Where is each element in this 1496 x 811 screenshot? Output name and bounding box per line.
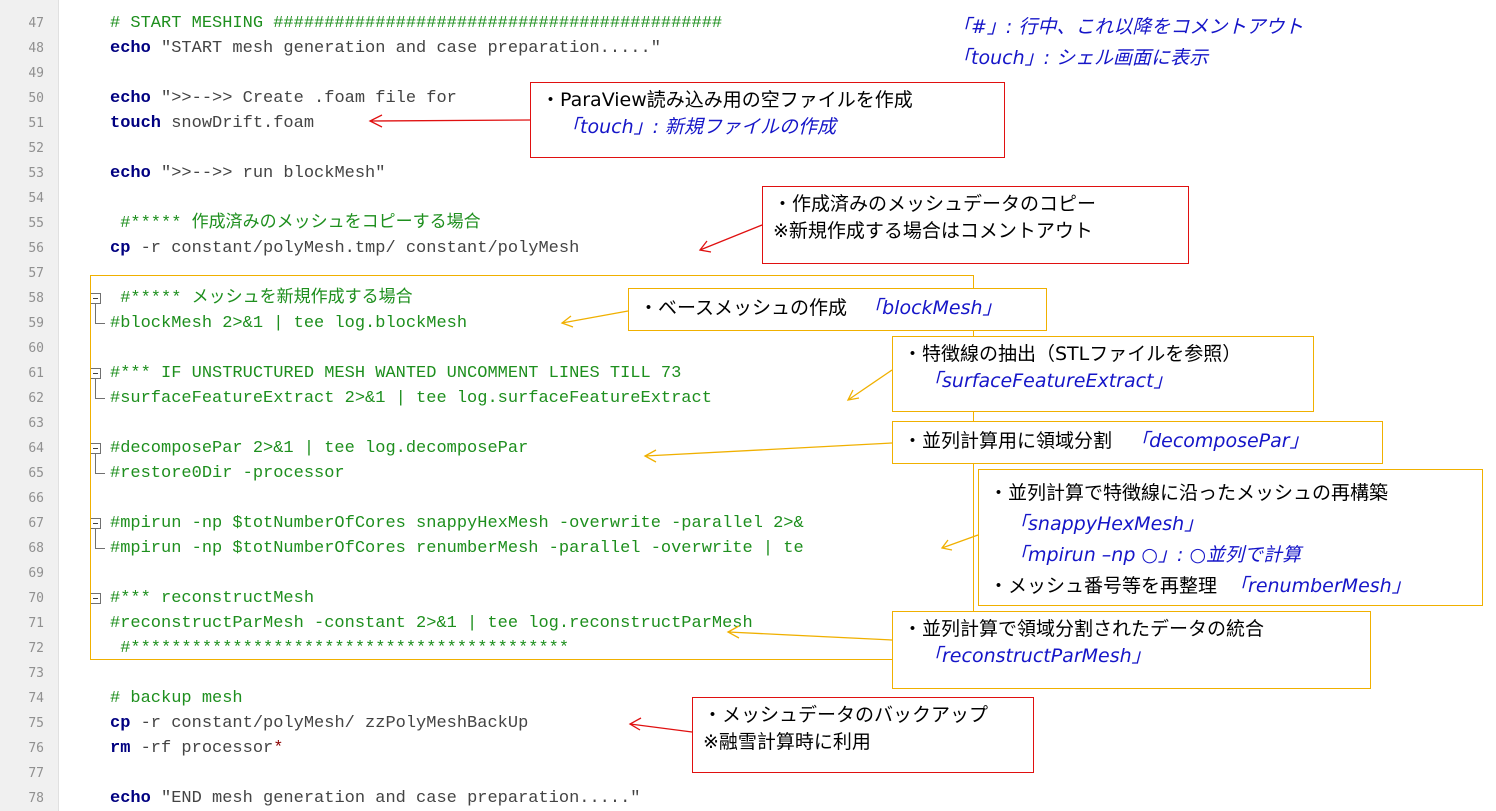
note-comment-hash: 「#」: 行中、これ以降をコメントアウト (952, 16, 1304, 38)
line-number: 63 (28, 416, 44, 431)
line-number: 72 (28, 641, 44, 656)
callout-touch: ・ParaView読み込み用の空ファイルを作成 「touch」: 新規ファイルの… (530, 82, 1005, 158)
code-line-51[interactable]: touch snowDrift.foam (110, 111, 314, 136)
callout-blockmesh: ・ベースメッシュの作成 「blockMesh」 (628, 288, 1047, 331)
callout-command: 「decomposePar」 (1130, 430, 1309, 452)
line-number: 62 (28, 391, 44, 406)
code-line-56[interactable]: cp -r constant/polyMesh.tmp/ constant/po… (110, 236, 579, 261)
arrow-backup (629, 723, 693, 733)
line-number: 69 (28, 566, 44, 581)
callout-text: ・並列計算で特徴線に沿ったメッシュの再構築 (989, 482, 1389, 504)
line-number: 48 (28, 41, 44, 56)
code-line-55[interactable]: #***** 作成済みのメッシュをコピーする場合 (110, 211, 480, 236)
callout-text: ・メッシュデータのバックアップ (703, 704, 989, 726)
callout-snappyhexmesh: ・並列計算で特徴線に沿ったメッシュの再構築 「snappyHexMesh」 「m… (978, 469, 1483, 606)
callout-text: ・メッシュ番号等を再整理 (989, 575, 1218, 597)
callout-copy-mesh: ・作成済みのメッシュデータのコピー ※新規作成する場合はコメントアウト (762, 186, 1189, 264)
code-line-78[interactable]: echo "END mesh generation and case prepa… (110, 786, 641, 811)
line-number: 53 (28, 166, 44, 181)
code-line-75[interactable]: cp -r constant/polyMesh/ zzPolyMeshBackU… (110, 711, 528, 736)
mesh-creation-region-frame (90, 275, 974, 660)
line-number: 76 (28, 741, 44, 756)
code-line-50[interactable]: echo ">>-->> Create .foam file for (110, 86, 457, 111)
callout-decomposepar: ・並列計算用に領域分割 「decomposePar」 (892, 421, 1383, 464)
line-number: 68 (28, 541, 44, 556)
callout-backup: ・メッシュデータのバックアップ ※融雪計算時に利用 (692, 697, 1034, 773)
line-number: 71 (28, 616, 44, 631)
line-number: 77 (28, 766, 44, 781)
code-line-47[interactable]: # START MESHING ########################… (110, 11, 722, 36)
callout-command: 「surfaceFeatureExtract」 (923, 370, 1173, 392)
line-number: 75 (28, 716, 44, 731)
callout-text: ・作成済みのメッシュデータのコピー (773, 193, 1097, 215)
note-echo-display: 「touch」: シェル画面に表示 (952, 47, 1209, 69)
line-number: 64 (28, 441, 44, 456)
callout-command: 「reconstructParMesh」 (923, 645, 1151, 667)
line-number: 52 (28, 141, 44, 156)
code-line-74[interactable]: # backup mesh (110, 686, 243, 711)
line-number: 54 (28, 191, 44, 206)
callout-reconstructparmesh: ・並列計算で領域分割されたデータの統合 「reconstructParMesh」 (892, 611, 1371, 689)
line-number: 49 (28, 66, 44, 81)
code-line-48[interactable]: echo "START mesh generation and case pre… (110, 36, 661, 61)
callout-text: ・並列計算で領域分割されたデータの統合 (903, 618, 1265, 640)
callout-command: 「blockMesh」 (863, 297, 1002, 319)
callout-text: ・並列計算用に領域分割 (903, 430, 1113, 452)
callout-command: 「renumberMesh」 (1229, 575, 1411, 597)
line-number: 67 (28, 516, 44, 531)
line-number: 51 (28, 116, 44, 131)
line-number: 59 (28, 316, 44, 331)
callout-command: 「snappyHexMesh」 (1009, 513, 1204, 535)
line-number: 65 (28, 466, 44, 481)
line-number: 78 (28, 791, 44, 806)
line-number: 70 (28, 591, 44, 606)
callout-text: ※融雪計算時に利用 (703, 731, 871, 753)
arrow-copy (699, 224, 763, 251)
line-number: 57 (28, 266, 44, 281)
callout-text: ・ParaView読み込み用の空ファイルを作成 (541, 89, 913, 111)
line-number: 66 (28, 491, 44, 506)
callout-text: ※新規作成する場合はコメントアウト (773, 220, 1093, 242)
line-number: 56 (28, 241, 44, 256)
callout-text: ・特徴線の抽出（STLファイルを参照） (903, 343, 1242, 365)
line-number: 55 (28, 216, 44, 231)
arrow-touch (369, 119, 531, 122)
line-number: 47 (28, 16, 44, 31)
callout-text: ・ベースメッシュの作成 (639, 297, 848, 319)
code-line-53[interactable]: echo ">>-->> run blockMesh" (110, 161, 385, 186)
callout-command: 「mpirun –np ○」: ○並列で計算 (1009, 544, 1302, 566)
line-number: 58 (28, 291, 44, 306)
callout-command: 「touch」: 新規ファイルの作成 (561, 116, 837, 138)
line-number: 73 (28, 666, 44, 681)
line-number: 50 (28, 91, 44, 106)
line-number: 60 (28, 341, 44, 356)
line-number: 74 (28, 691, 44, 706)
callout-surface-feature: ・特徴線の抽出（STLファイルを参照） 「surfaceFeatureExtra… (892, 336, 1314, 412)
line-number: 61 (28, 366, 44, 381)
code-line-76[interactable]: rm -rf processor* (110, 736, 283, 761)
